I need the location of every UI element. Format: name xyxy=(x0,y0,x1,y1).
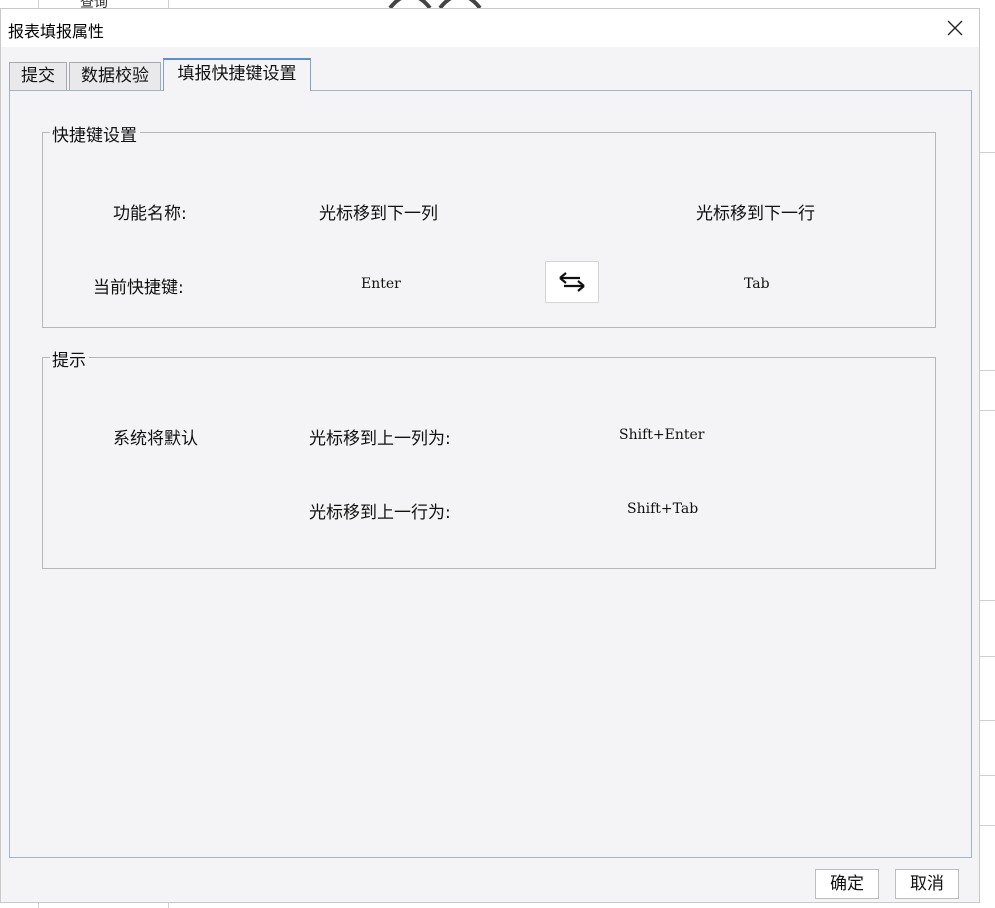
hint-group: 提示 系统将默认 光标移到上一列为: Shift+Enter 光标移到上一行为:… xyxy=(42,346,936,569)
close-icon xyxy=(947,20,963,36)
swap-arrows-icon xyxy=(559,272,585,292)
grid-line xyxy=(980,825,995,826)
ok-button[interactable]: 确定 xyxy=(815,869,879,899)
swap-shortcuts-button[interactable] xyxy=(545,261,599,303)
tab-panel: 快捷键设置 功能名称: 光标移到下一列 光标移到下一行 当前快捷键: Enter… xyxy=(9,90,972,858)
prev-row-shortcut: Shift+Tab xyxy=(627,501,699,517)
grid-line xyxy=(980,152,995,153)
function-name-label: 功能名称: xyxy=(113,204,187,224)
prev-column-shortcut: Shift+Enter xyxy=(619,427,705,443)
dialog-title: 报表填报属性 xyxy=(8,22,105,41)
function-next-row: 光标移到下一行 xyxy=(696,204,815,224)
dialog-titlebar: 报表填报属性 xyxy=(1,9,979,47)
grid-line xyxy=(980,656,995,657)
shortcut-settings-group: 快捷键设置 功能名称: 光标移到下一列 光标移到下一行 当前快捷键: Enter… xyxy=(42,121,936,328)
shortcut-key-next-column: Enter xyxy=(361,276,401,292)
shortcut-settings-legend: 快捷键设置 xyxy=(50,121,140,146)
tab-fill-shortcut-settings[interactable]: 填报快捷键设置 xyxy=(163,58,311,91)
background-logo-icon xyxy=(388,0,482,8)
function-next-column: 光标移到下一列 xyxy=(319,204,438,224)
report-fill-properties-dialog: 报表填报属性 提交 数据校验 填报快捷键设置 快捷键设置 功能名称: 光标移到下… xyxy=(0,8,980,903)
grid-line xyxy=(980,600,995,601)
grid-line xyxy=(980,720,995,721)
prev-row-label: 光标移到上一行为: xyxy=(309,503,451,523)
prev-column-label: 光标移到上一列为: xyxy=(309,429,451,449)
cancel-button[interactable]: 取消 xyxy=(895,869,959,899)
current-shortcut-label: 当前快捷键: xyxy=(93,278,184,298)
shortcut-key-next-row: Tab xyxy=(744,276,770,292)
grid-line xyxy=(980,775,995,776)
grid-line xyxy=(980,410,995,411)
hint-legend: 提示 xyxy=(50,346,89,371)
grid-line xyxy=(980,370,995,371)
tab-submit[interactable]: 提交 xyxy=(9,62,67,90)
close-button[interactable] xyxy=(941,15,969,41)
tab-data-validation[interactable]: 数据校验 xyxy=(69,62,161,90)
system-default-label: 系统将默认 xyxy=(113,429,198,449)
